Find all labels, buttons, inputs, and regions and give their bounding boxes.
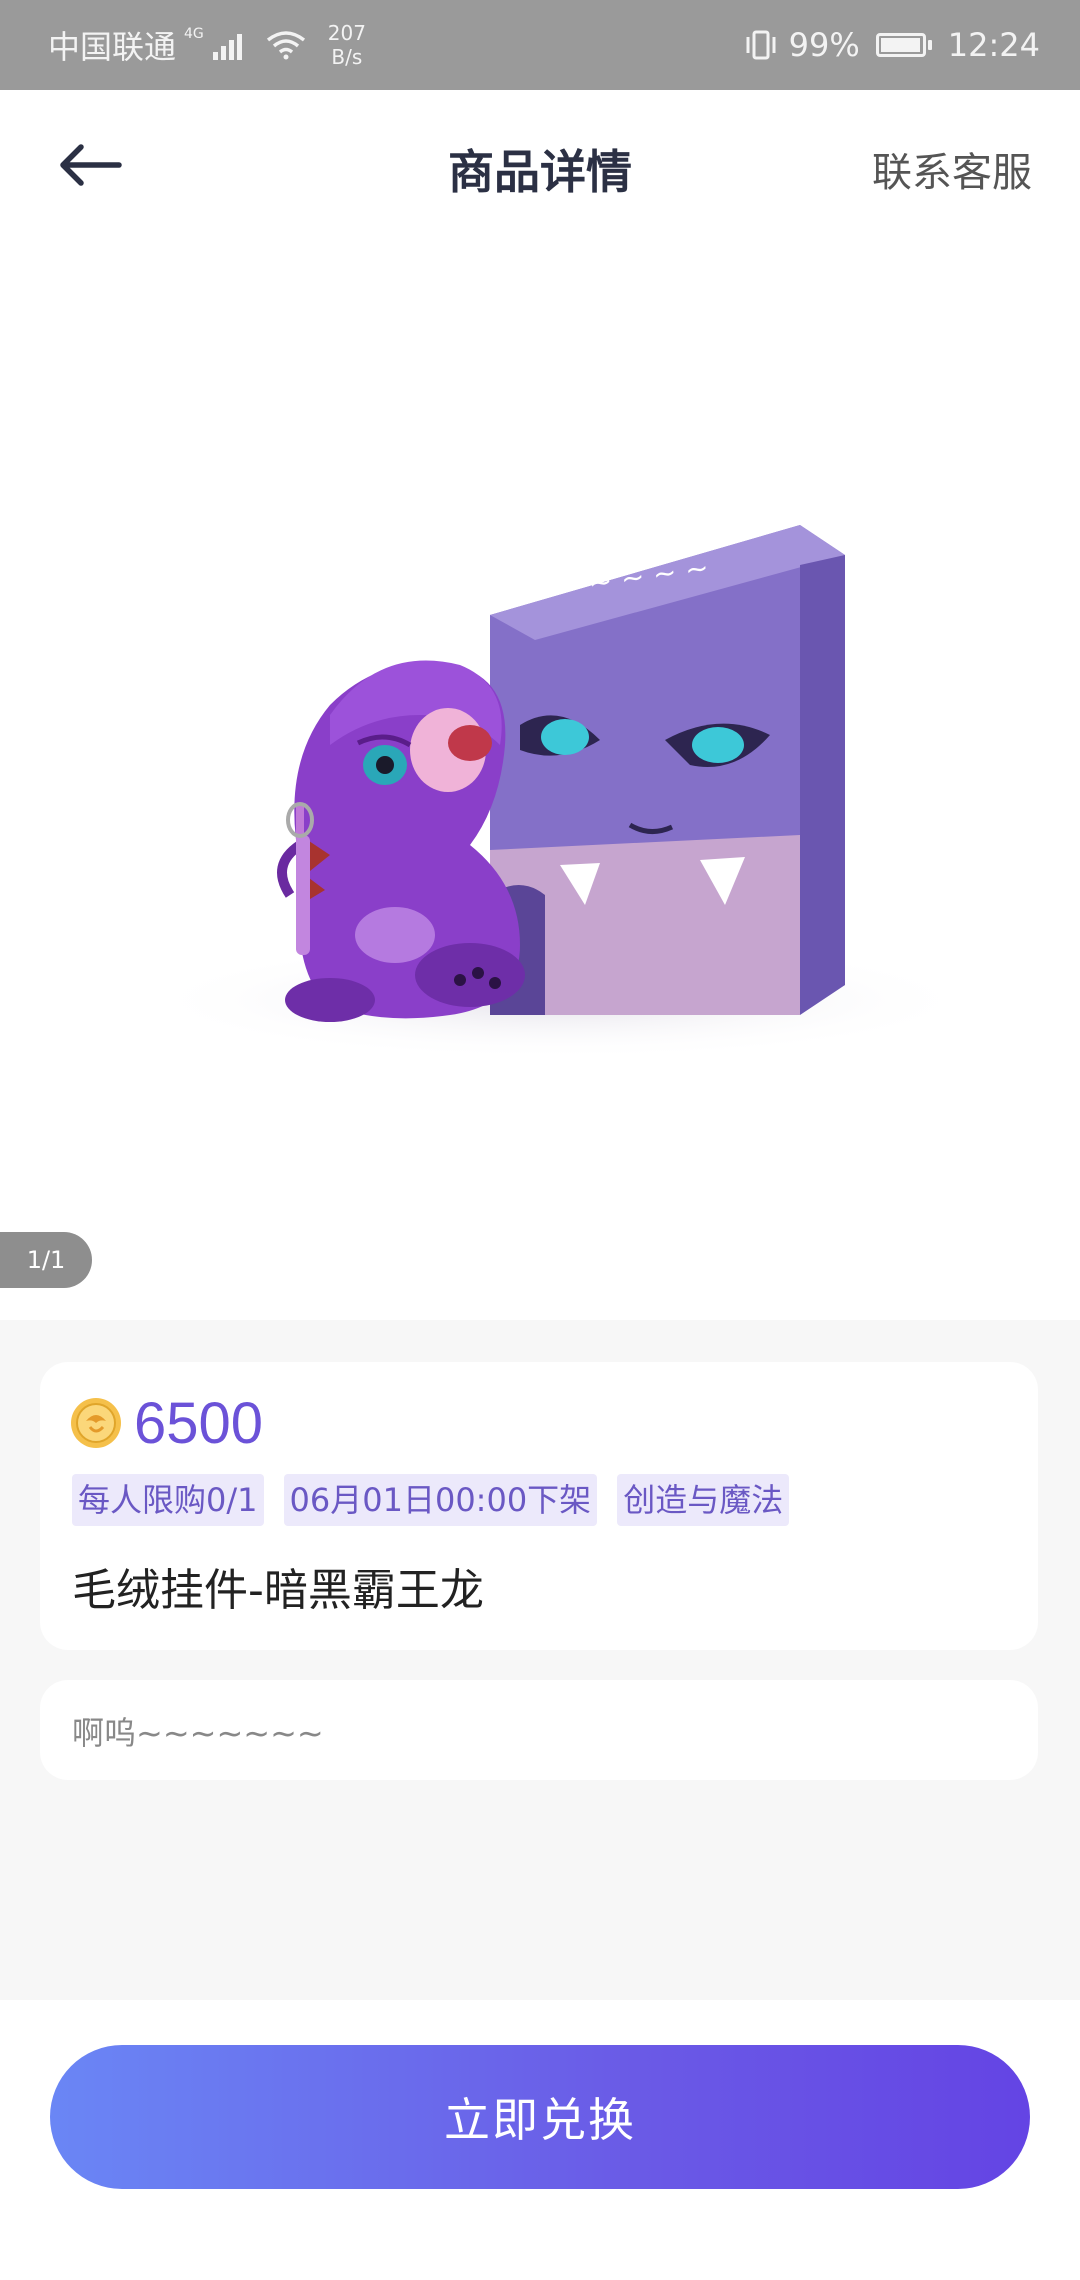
network-type: 4G: [184, 26, 204, 42]
carrier-name: 中国联通: [48, 28, 177, 66]
tag-list: 每人限购0/1 06月01日00:00下架 创造与魔法: [72, 1474, 790, 1526]
status-bar-left: 中国联通 4G 207 B/s: [48, 0, 366, 90]
wifi-icon: [266, 31, 305, 60]
coin-icon: [71, 1398, 121, 1448]
exchange-now-button[interactable]: 立即兑换: [50, 2045, 1030, 2189]
contact-service-link[interactable]: 联系客服: [872, 140, 1032, 198]
status-bar-right: 99% 12:24: [743, 0, 1040, 90]
vibrate-icon: [746, 30, 776, 60]
tag-purchase-limit: 每人限购0/1: [72, 1474, 264, 1526]
speed-unit: B/s: [331, 45, 363, 69]
clock: 12:24: [947, 26, 1040, 64]
tag-game-name: 创造与魔法: [617, 1474, 790, 1526]
tag-offshelf-time: 06月01日00:00下架: [283, 1474, 598, 1526]
info-card: 6500 每人限购0/1 06月01日00:00下架 创造与魔法 毛绒挂件-暗黑…: [40, 1362, 1038, 1650]
product-description: 啊呜~~~~~~~: [72, 1714, 324, 1752]
speed-value: 207: [327, 21, 366, 45]
signal-icon: [212, 34, 242, 60]
status-bar: 中国联通 4G 207 B/s 99% 12:24: [0, 0, 1080, 90]
network-speed: 207 B/s: [328, 21, 366, 69]
product-name: 毛绒挂件-暗黑霸王龙: [72, 1565, 484, 1616]
price-value: 6500: [134, 1390, 264, 1456]
nav-header: 商品详情 联系客服: [0, 90, 1080, 245]
battery-icon: [875, 33, 932, 57]
product-image-gallery[interactable]: ~ ~ ~ ~: [0, 245, 1080, 1320]
image-counter: 1/1: [0, 1232, 92, 1288]
description-card: 啊呜~~~~~~~: [40, 1680, 1038, 1780]
product-image: ~ ~ ~ ~: [140, 525, 980, 1060]
price-row: 6500: [70, 1388, 263, 1458]
product-info-section: 6500 每人限购0/1 06月01日00:00下架 创造与魔法 毛绒挂件-暗黑…: [0, 1320, 1080, 2000]
battery-percent: 99%: [788, 26, 860, 64]
bottom-action-bar: 立即兑换: [0, 2000, 1080, 2280]
